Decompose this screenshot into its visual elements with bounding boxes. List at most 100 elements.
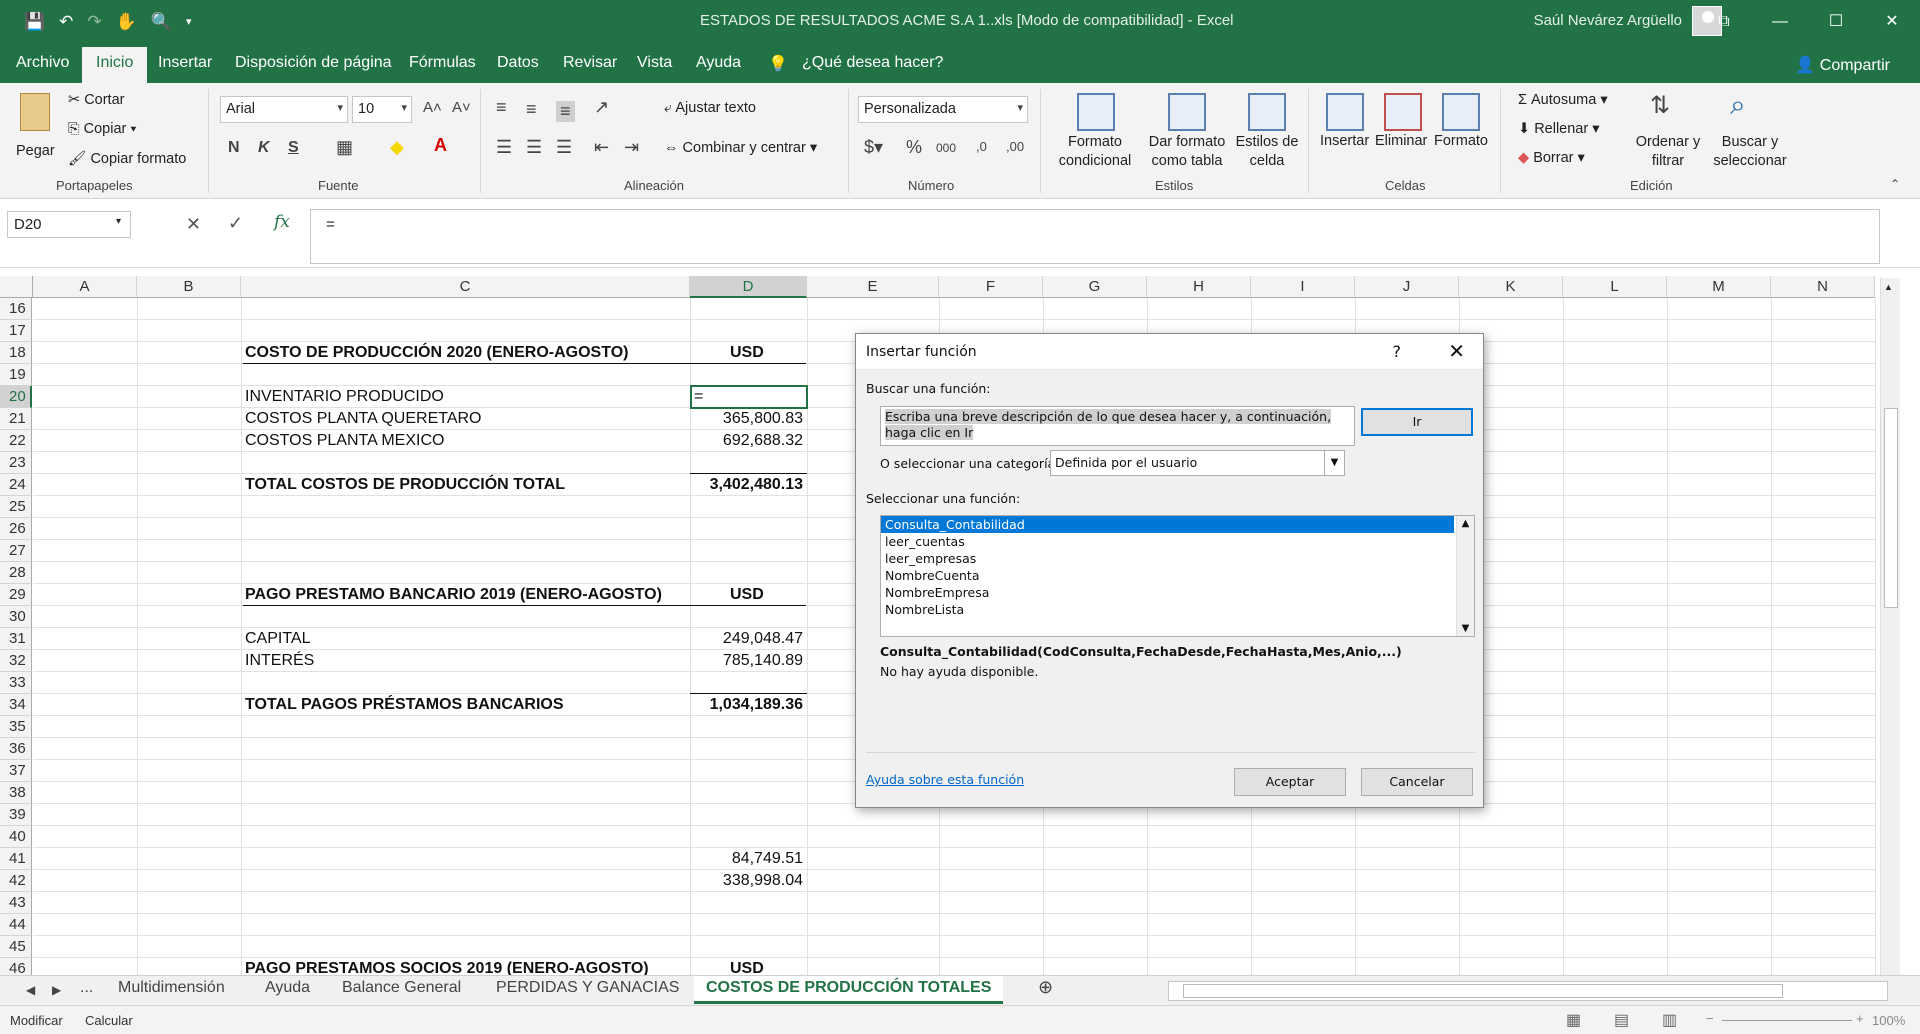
row-header[interactable]: 32 <box>0 650 32 672</box>
list-item[interactable]: NombreLista <box>881 601 1454 618</box>
fill-button[interactable]: ⬇ Rellenar ▾ <box>1518 121 1600 137</box>
row-header[interactable]: 44 <box>0 914 32 936</box>
sheet-tab-active[interactable]: COSTOS DE PRODUCCIÓN TOTALES <box>694 976 1004 1004</box>
bold-button[interactable]: N <box>228 139 240 157</box>
formula-input[interactable]: = <box>310 209 1880 264</box>
column-header[interactable]: M <box>1667 276 1771 298</box>
go-button[interactable]: Ir <box>1361 408 1473 436</box>
scroll-up-icon[interactable]: ▲ <box>1457 518 1474 529</box>
zoom-level[interactable]: 100% <box>1872 1013 1905 1028</box>
cell-c29[interactable]: PAGO PRESTAMO BANCARIO 2019 (ENERO-AGOST… <box>245 584 662 606</box>
row-header[interactable]: 30 <box>0 606 32 628</box>
row-header[interactable]: 21 <box>0 408 32 430</box>
row-header[interactable]: 24 <box>0 474 32 496</box>
cell-d21[interactable]: 365,800.83 <box>723 408 803 430</box>
format-as-table-button[interactable]: Dar formato como tabla <box>1141 133 1233 171</box>
sheet-tab[interactable]: Multidimensión <box>118 979 225 997</box>
align-middle-icon[interactable]: ≡ <box>526 99 537 120</box>
list-item[interactable]: leer_empresas <box>881 550 1454 567</box>
close-icon[interactable]: ✕ <box>1864 0 1920 43</box>
customize-qat-icon[interactable]: ▾ <box>186 15 192 28</box>
minimize-icon[interactable]: — <box>1752 0 1808 43</box>
cancel-icon[interactable]: ✕ <box>186 214 201 235</box>
align-right-icon[interactable]: ☰ <box>556 137 572 158</box>
row-header[interactable]: 29 <box>0 584 32 606</box>
scroll-up-icon[interactable]: ▲ <box>1884 282 1893 292</box>
orientation-icon[interactable]: ↗ <box>594 97 609 118</box>
row-header[interactable]: 22 <box>0 430 32 452</box>
find-select-button[interactable]: Buscar y seleccionar <box>1710 133 1790 171</box>
row-header[interactable]: 42 <box>0 870 32 892</box>
delete-cells-button[interactable]: Eliminar <box>1375 133 1427 149</box>
prev-sheet-icon[interactable]: ◀ <box>26 983 35 997</box>
borders-icon[interactable]: ▦ <box>336 137 353 158</box>
column-header[interactable]: B <box>137 276 241 298</box>
column-header[interactable]: I <box>1251 276 1355 298</box>
cell-d32[interactable]: 785,140.89 <box>723 650 803 672</box>
number-format-select[interactable]: Personalizada <box>858 96 1028 123</box>
tab-datos[interactable]: Datos <box>497 54 539 72</box>
list-item[interactable]: NombreCuenta <box>881 567 1454 584</box>
cut-button[interactable]: ✂ Cortar <box>68 92 124 108</box>
tab-archivo[interactable]: Archivo <box>16 54 69 72</box>
align-left-icon[interactable]: ☰ <box>496 137 512 158</box>
row-header[interactable]: 20 <box>0 386 32 408</box>
function-list[interactable]: Consulta_Contabilidad leer_cuentas leer_… <box>880 515 1475 637</box>
cell-c34[interactable]: TOTAL PAGOS PRÉSTAMOS BANCARIOS <box>245 694 564 716</box>
print-preview-icon[interactable]: 🔍 <box>151 12 172 32</box>
italic-button[interactable]: K <box>258 139 270 157</box>
horizontal-scrollbar[interactable] <box>1168 981 1888 1001</box>
increase-decimal-icon[interactable]: ,0 <box>976 139 987 154</box>
underline-button[interactable]: S <box>288 139 299 157</box>
row-header[interactable]: 34 <box>0 694 32 716</box>
shrink-font-icon[interactable]: A˅ <box>452 99 471 116</box>
scroll-thumb[interactable] <box>1183 984 1783 998</box>
row-header[interactable]: 43 <box>0 892 32 914</box>
name-box[interactable]: D20 <box>7 211 131 238</box>
row-header[interactable]: 38 <box>0 782 32 804</box>
row-header[interactable]: 41 <box>0 848 32 870</box>
save-icon[interactable]: 💾 <box>24 12 45 32</box>
cell-c18[interactable]: COSTO DE PRODUCCIÓN 2020 (ENERO-AGOSTO) <box>245 342 628 364</box>
cell-c24[interactable]: TOTAL COSTOS DE PRODUCCIÓN TOTAL <box>245 474 565 496</box>
cell-d41[interactable]: 84,749.51 <box>732 848 803 870</box>
insert-function-icon[interactable]: fx <box>274 212 290 232</box>
list-item[interactable]: NombreEmpresa <box>881 584 1454 601</box>
ok-button[interactable]: Aceptar <box>1234 768 1346 796</box>
row-header[interactable]: 33 <box>0 672 32 694</box>
row-header[interactable]: 23 <box>0 452 32 474</box>
touch-mode-icon[interactable]: ✋ <box>116 12 137 32</box>
vertical-scrollbar[interactable]: ▲ <box>1880 278 1900 976</box>
maximize-icon[interactable]: ☐ <box>1808 0 1864 43</box>
sort-filter-button[interactable]: Ordenar y filtrar <box>1628 133 1708 171</box>
column-header[interactable]: A <box>33 276 137 298</box>
calc-indicator[interactable]: Calcular <box>85 1013 133 1028</box>
decrease-indent-icon[interactable]: ⇤ <box>594 137 609 158</box>
row-header[interactable]: 19 <box>0 364 32 386</box>
increase-indent-icon[interactable]: ⇥ <box>624 137 639 158</box>
share-button[interactable]: 👤 Compartir <box>1795 55 1890 75</box>
row-header[interactable]: 28 <box>0 562 32 584</box>
active-cell[interactable] <box>690 385 808 409</box>
column-header[interactable]: H <box>1147 276 1251 298</box>
autosum-button[interactable]: Σ Autosuma ▾ <box>1518 92 1608 108</box>
cell-d46[interactable]: USD <box>730 958 764 976</box>
tab-insertar[interactable]: Insertar <box>158 54 212 72</box>
decrease-decimal-icon[interactable]: ,00 <box>1006 139 1024 154</box>
font-name-select[interactable]: Arial <box>220 96 348 123</box>
scroll-down-icon[interactable]: ▼ <box>1457 623 1474 634</box>
cancel-button[interactable]: Cancelar <box>1361 768 1473 796</box>
row-header[interactable]: 25 <box>0 496 32 518</box>
enter-icon[interactable]: ✓ <box>228 213 243 234</box>
cell-styles-button[interactable]: Estilos de celda <box>1235 133 1299 171</box>
collapse-ribbon-icon[interactable]: ⌃ <box>1890 177 1900 191</box>
normal-view-icon[interactable]: ▦ <box>1566 1010 1581 1030</box>
row-header[interactable]: 18 <box>0 342 32 364</box>
cell-d42[interactable]: 338,998.04 <box>723 870 803 892</box>
conditional-format-button[interactable]: Formato condicional <box>1050 133 1140 171</box>
list-item[interactable]: Consulta_Contabilidad <box>881 516 1454 533</box>
cell-c32[interactable]: INTERÉS <box>245 650 314 672</box>
page-break-icon[interactable]: ▥ <box>1662 1010 1677 1030</box>
sheet-tab[interactable]: PERDIDAS Y GANACIAS <box>496 979 679 997</box>
currency-icon[interactable]: $▾ <box>864 137 883 158</box>
